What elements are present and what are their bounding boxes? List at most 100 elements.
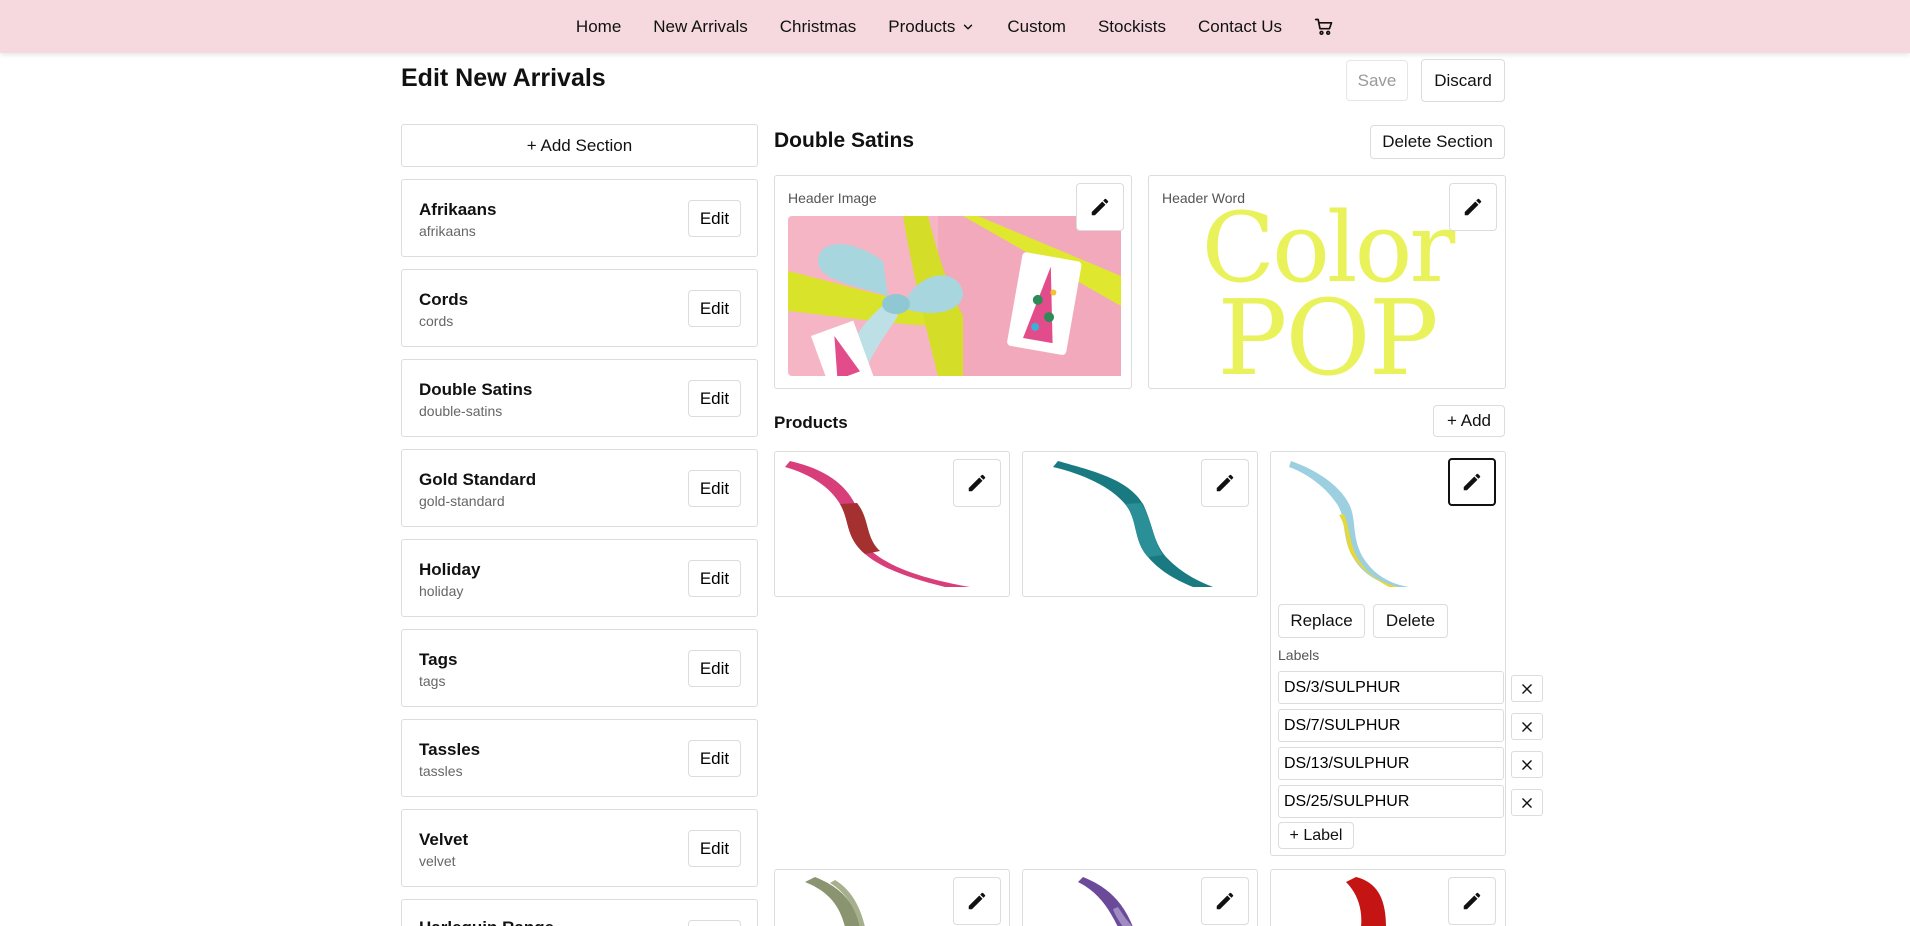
edit-product-button[interactable] — [1201, 459, 1249, 507]
label-input[interactable] — [1278, 671, 1504, 704]
section-name: Afrikaans — [419, 200, 497, 219]
section-name: Harlequin Range — [419, 918, 554, 926]
pencil-icon — [1463, 473, 1481, 491]
replace-button[interactable]: Replace — [1278, 604, 1365, 638]
pencil-icon — [1463, 892, 1481, 910]
section-name: Velvet — [419, 830, 469, 849]
top-nav: Home New Arrivals Christmas Products Cus… — [0, 0, 1910, 53]
edit-button[interactable]: Edit — [688, 830, 741, 867]
product-image — [1078, 877, 1133, 926]
edit-button[interactable]: Edit — [688, 740, 741, 777]
section-name: Cords — [419, 290, 469, 309]
section-name: Tags — [419, 650, 458, 669]
edit-button[interactable]: Edit — [688, 650, 741, 687]
edit-button[interactable] — [688, 920, 741, 926]
section-slug: holiday — [419, 583, 464, 599]
edit-product-button[interactable] — [1448, 877, 1496, 925]
section-title: Double Satins — [774, 129, 915, 152]
cart-icon — [1314, 18, 1333, 35]
product-card — [774, 869, 1010, 926]
nav-products-label: Products — [888, 16, 956, 36]
chevron-down-icon — [964, 24, 973, 29]
section-name: Holiday — [419, 560, 481, 579]
page-title: Edit New Arrivals — [401, 64, 606, 92]
delete-section-button[interactable]: Delete Section — [1370, 125, 1505, 159]
nav-christmas[interactable]: Christmas — [780, 17, 857, 37]
section-slug: cords — [419, 313, 454, 329]
product-card — [1022, 869, 1258, 926]
section-name: Double Satins — [419, 380, 533, 399]
product-image — [1346, 877, 1386, 926]
nav-contact-us[interactable]: Contact Us — [1198, 17, 1282, 37]
add-label-button[interactable]: + Label — [1278, 822, 1354, 849]
product-image — [1289, 461, 1409, 587]
remove-label-button[interactable] — [1511, 789, 1543, 816]
edit-product-button[interactable] — [953, 459, 1001, 507]
edit-header-image-button[interactable] — [1076, 183, 1124, 231]
edit-button[interactable]: Edit — [688, 290, 741, 327]
label-input[interactable] — [1278, 709, 1504, 742]
close-icon — [1522, 797, 1532, 808]
header-word-line-2: POP — [1217, 277, 1438, 389]
edit-header-word-button[interactable] — [1449, 183, 1497, 231]
section-item-gold-standard: Gold Standard gold-standard Edit — [401, 449, 758, 527]
save-button[interactable]: Save — [1346, 60, 1408, 101]
edit-product-button[interactable] — [1448, 458, 1496, 506]
label-input[interactable] — [1278, 747, 1504, 780]
delete-product-button[interactable]: Delete — [1373, 604, 1448, 638]
close-icon — [1522, 721, 1532, 732]
edit-product-button[interactable] — [1201, 877, 1249, 925]
cart-link[interactable] — [1314, 17, 1334, 37]
nav-products[interactable]: Products — [888, 17, 975, 37]
section-item-double-satins: Double Satins double-satins Edit — [401, 359, 758, 437]
pencil-icon — [1216, 474, 1234, 492]
label-input[interactable] — [1278, 785, 1504, 818]
section-item-tags: Tags tags Edit — [401, 629, 758, 707]
edit-product-button[interactable] — [953, 877, 1001, 925]
pencil-icon — [968, 892, 986, 910]
add-product-button[interactable]: + Add — [1433, 405, 1505, 437]
section-item-tassles: Tassles tassles Edit — [401, 719, 758, 797]
products-title: Products — [774, 413, 848, 432]
edit-button[interactable]: Edit — [688, 380, 741, 417]
nav-stockists[interactable]: Stockists — [1098, 17, 1166, 37]
header-word-preview: Color POP — [1177, 200, 1477, 389]
product-card — [1022, 451, 1258, 597]
section-item-harlequin-range: Harlequin Range — [401, 899, 758, 926]
section-item-afrikaans: Afrikaans afrikaans Edit — [401, 179, 758, 257]
pencil-icon — [1464, 198, 1482, 216]
remove-label-button[interactable] — [1511, 713, 1543, 740]
header-word-card: Header Word Color POP — [1148, 175, 1506, 389]
section-item-cords: Cords cords Edit — [401, 269, 758, 347]
product-card — [1270, 869, 1506, 926]
add-section-button[interactable]: + Add Section — [401, 124, 758, 167]
section-item-holiday: Holiday holiday Edit — [401, 539, 758, 617]
close-icon — [1522, 759, 1532, 770]
section-slug: velvet — [419, 853, 456, 869]
header-image-caption: Header Image — [788, 190, 877, 206]
section-slug: afrikaans — [419, 223, 476, 239]
labels-caption: Labels — [1278, 647, 1320, 663]
close-icon — [1522, 683, 1532, 694]
section-slug: double-satins — [419, 403, 503, 419]
section-name: Tassles — [419, 740, 481, 759]
nav-new-arrivals[interactable]: New Arrivals — [653, 17, 747, 37]
nav-home[interactable]: Home — [576, 17, 621, 37]
edit-button[interactable]: Edit — [688, 560, 741, 597]
pencil-icon — [1091, 198, 1109, 216]
edit-button[interactable]: Edit — [688, 200, 741, 237]
product-card — [774, 451, 1010, 597]
remove-label-button[interactable] — [1511, 675, 1543, 702]
edit-button[interactable]: Edit — [688, 470, 741, 507]
discard-button[interactable]: Discard — [1421, 59, 1505, 102]
section-slug: tassles — [419, 763, 463, 779]
header-image — [788, 216, 1121, 376]
section-slug: gold-standard — [419, 493, 505, 509]
nav-custom[interactable]: Custom — [1007, 17, 1066, 37]
section-item-velvet: Velvet velvet Edit — [401, 809, 758, 887]
section-name: Gold Standard — [419, 470, 537, 489]
product-image — [805, 877, 865, 926]
section-slug: tags — [419, 673, 446, 689]
pencil-icon — [968, 474, 986, 492]
remove-label-button[interactable] — [1511, 751, 1543, 778]
